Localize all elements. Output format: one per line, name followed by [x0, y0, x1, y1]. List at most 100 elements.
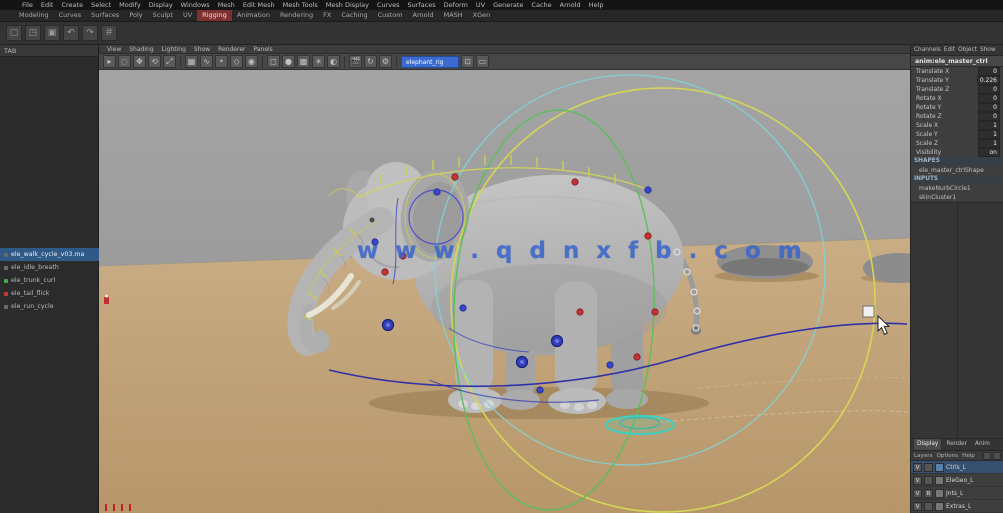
- attr-value-field[interactable]: 1: [978, 121, 1000, 130]
- menu-create[interactable]: Create: [57, 0, 87, 10]
- attr-value-field[interactable]: 0.226: [977, 76, 1000, 85]
- menu-windows[interactable]: Windows: [177, 0, 214, 10]
- reference-toggle[interactable]: [924, 476, 933, 485]
- input-node-row[interactable]: makeNurbCircle1: [911, 184, 1003, 193]
- visibility-toggle[interactable]: V: [913, 489, 922, 498]
- rotate-tool-icon[interactable]: ⟲: [148, 55, 161, 68]
- shelf-tab-caching[interactable]: Caching: [336, 10, 372, 21]
- attr-value-field[interactable]: 0: [978, 112, 1000, 121]
- tab-object[interactable]: Object: [958, 45, 977, 56]
- xray-icon[interactable]: ◐: [327, 55, 340, 68]
- attr-value-field[interactable]: 0: [978, 103, 1000, 112]
- ipr-render-icon[interactable]: ↻: [364, 55, 377, 68]
- isolate-select-icon[interactable]: ⊡: [461, 55, 474, 68]
- input-node-row[interactable]: skinCluster1: [911, 193, 1003, 202]
- wireframe-icon[interactable]: ◻: [267, 55, 280, 68]
- snap-curve-icon[interactable]: ∿: [200, 55, 213, 68]
- panel-menu-lighting[interactable]: Lighting: [158, 45, 190, 54]
- lights-icon[interactable]: ☀: [312, 55, 325, 68]
- new-layer-selected-icon[interactable]: [993, 452, 1001, 460]
- shelf-tab-sculpt[interactable]: Sculpt: [148, 10, 178, 21]
- shelf-tab-poly[interactable]: Poly: [124, 10, 147, 21]
- menu-file[interactable]: File: [18, 0, 37, 10]
- tab-show[interactable]: Show: [980, 45, 996, 56]
- attr-value-field[interactable]: 0: [978, 85, 1000, 94]
- tab-render-layers[interactable]: Render: [943, 439, 970, 450]
- list-item[interactable]: ele_walk_cycle_v03.ma: [0, 248, 99, 261]
- camera-icon[interactable]: ▭: [476, 55, 489, 68]
- left-panel-header[interactable]: TAB: [0, 45, 98, 57]
- shelf-tab-surfaces[interactable]: Surfaces: [86, 10, 124, 21]
- render-settings-icon[interactable]: ⚙: [379, 55, 392, 68]
- select-tool-icon[interactable]: ▸: [103, 55, 116, 68]
- menu-generate[interactable]: Generate: [489, 0, 527, 10]
- shelf-tab-mash[interactable]: MASH: [439, 10, 468, 21]
- attr-value-field[interactable]: 1: [978, 139, 1000, 148]
- layer-color-swatch[interactable]: [935, 489, 944, 498]
- textured-icon[interactable]: ▩: [297, 55, 310, 68]
- visibility-toggle[interactable]: V: [913, 502, 922, 511]
- redo-icon[interactable]: ↷: [82, 25, 98, 41]
- list-item[interactable]: ele_run_cycle: [0, 300, 99, 313]
- panel-menu-view[interactable]: View: [103, 45, 125, 54]
- shelf-tab-uv[interactable]: UV: [178, 10, 197, 21]
- shaded-icon[interactable]: ●: [282, 55, 295, 68]
- make-live-icon[interactable]: ◉: [245, 55, 258, 68]
- shelf-tab-modeling[interactable]: Modeling: [14, 10, 54, 21]
- scale-tool-icon[interactable]: ⤢: [163, 55, 176, 68]
- attr-value-field[interactable]: 1: [978, 130, 1000, 139]
- shelf-tab-curves[interactable]: Curves: [54, 10, 87, 21]
- table-row[interactable]: V EleGeo_L: [911, 474, 1003, 487]
- panel-menu-show[interactable]: Show: [190, 45, 214, 54]
- menu-mesh-tools[interactable]: Mesh Tools: [279, 0, 322, 10]
- shelf-tab-xgen[interactable]: XGen: [468, 10, 496, 21]
- layers-menu[interactable]: Layers: [914, 453, 933, 459]
- options-menu[interactable]: Options: [937, 453, 959, 459]
- save-scene-icon[interactable]: ▣: [44, 25, 60, 41]
- menu-uv[interactable]: UV: [472, 0, 489, 10]
- menu-edit[interactable]: Edit: [37, 0, 58, 10]
- tab-channels[interactable]: Channels: [914, 45, 941, 56]
- menu-mesh-display[interactable]: Mesh Display: [322, 0, 373, 10]
- render-icon[interactable]: 🎬: [349, 55, 362, 68]
- menu-surfaces[interactable]: Surfaces: [404, 0, 440, 10]
- menu-mesh[interactable]: Mesh: [214, 0, 239, 10]
- menu-deform[interactable]: Deform: [440, 0, 472, 10]
- list-item[interactable]: ele_trunk_curl: [0, 274, 99, 287]
- reference-toggle[interactable]: R: [924, 489, 933, 498]
- attr-value-field[interactable]: on: [978, 148, 1000, 157]
- list-item[interactable]: ele_tail_flick: [0, 287, 99, 300]
- menu-display[interactable]: Display: [145, 0, 177, 10]
- new-layer-icon[interactable]: [983, 452, 991, 460]
- menu-cache[interactable]: Cache: [527, 0, 555, 10]
- menu-curves[interactable]: Curves: [373, 0, 404, 10]
- snap-point-icon[interactable]: •: [215, 55, 228, 68]
- list-item[interactable]: ele_idle_breath: [0, 261, 99, 274]
- shelf-tab-rigging[interactable]: Rigging: [197, 10, 232, 21]
- tab-edit[interactable]: Edit: [944, 45, 955, 56]
- character-set-field[interactable]: elephant_rig: [401, 56, 459, 68]
- lasso-tool-icon[interactable]: ◌: [118, 55, 131, 68]
- table-row[interactable]: V Extras_L: [911, 500, 1003, 513]
- attr-value-field[interactable]: 0: [978, 67, 1000, 76]
- new-scene-icon[interactable]: ▢: [6, 25, 22, 41]
- reference-toggle[interactable]: [924, 463, 933, 472]
- panel-menu-panels[interactable]: Panels: [249, 45, 276, 54]
- shelf-tab-fx[interactable]: FX: [318, 10, 336, 21]
- shelf-tab-animation[interactable]: Animation: [232, 10, 275, 21]
- snap-icon[interactable]: ＃: [101, 25, 117, 41]
- menu-select[interactable]: Select: [87, 0, 115, 10]
- panel-menu-shading[interactable]: Shading: [125, 45, 157, 54]
- shape-node-row[interactable]: ele_master_ctrlShape: [911, 166, 1003, 175]
- reference-toggle[interactable]: [924, 502, 933, 511]
- help-menu[interactable]: Help: [962, 453, 975, 459]
- table-row[interactable]: V Ctrls_L: [911, 461, 1003, 474]
- shelf-tab-custom[interactable]: Custom: [373, 10, 408, 21]
- visibility-toggle[interactable]: V: [913, 463, 922, 472]
- open-scene-icon[interactable]: ◳: [25, 25, 41, 41]
- visibility-toggle[interactable]: V: [913, 476, 922, 485]
- menu-edit-mesh[interactable]: Edit Mesh: [239, 0, 279, 10]
- attr-value-field[interactable]: 0: [978, 94, 1000, 103]
- menu-modify[interactable]: Modify: [115, 0, 145, 10]
- snap-grid-icon[interactable]: ▦: [185, 55, 198, 68]
